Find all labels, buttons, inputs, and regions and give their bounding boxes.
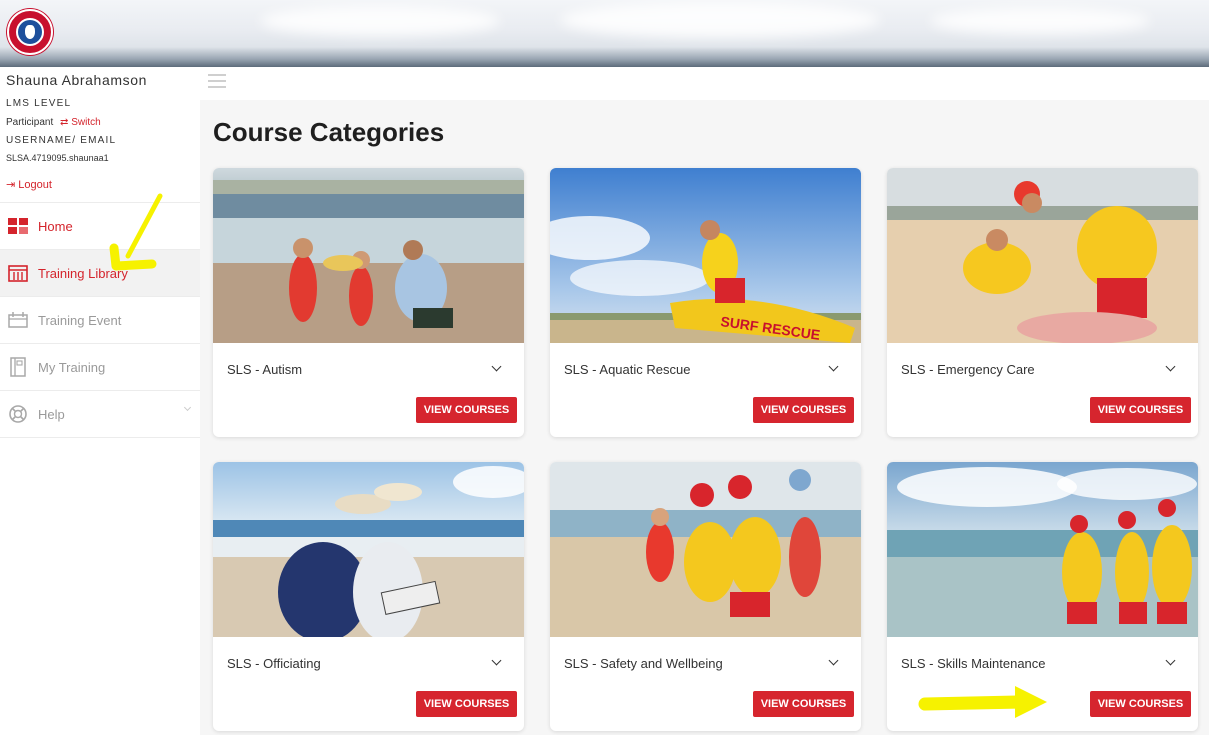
top-toolbar — [200, 67, 1209, 100]
logout-icon: ⇥ — [6, 179, 16, 191]
view-courses-button[interactable]: VIEW COURSES — [416, 397, 517, 423]
header-banner — [0, 0, 1209, 67]
help-icon — [8, 404, 28, 424]
role-line: Participant ⇄ Switch — [6, 117, 101, 128]
hamburger-menu-icon[interactable] — [208, 74, 226, 88]
chevron-down-icon[interactable] — [1165, 361, 1176, 372]
username-label: USERNAME/ EMAIL — [6, 135, 117, 146]
course-category-card: SLS - Emergency Care VIEW COURSES — [887, 168, 1198, 437]
logout-label: Logout — [18, 179, 52, 191]
card-title: SLS - Safety and Wellbeing — [564, 656, 723, 671]
page-title: Course Categories — [213, 117, 445, 147]
course-category-card: SLS - Skills Maintenance VIEW COURSES — [887, 462, 1198, 731]
sidebar-item-my-training[interactable]: My Training — [0, 344, 200, 391]
switch-label: Switch — [71, 117, 101, 128]
card-title: SLS - Skills Maintenance — [901, 656, 1046, 671]
sidebar: Shauna Abrahamson LMS LEVEL Participant … — [0, 67, 200, 735]
sidebar-item-help[interactable]: Help — [0, 391, 200, 438]
sidebar-item-home[interactable]: Home — [0, 203, 200, 250]
user-name: Shauna Abrahamson — [6, 72, 147, 88]
view-courses-button[interactable]: VIEW COURSES — [416, 691, 517, 717]
card-image-emergency-care — [887, 168, 1198, 343]
banner-cloud — [930, 8, 1150, 34]
banner-cloud — [260, 6, 500, 36]
event-icon — [8, 310, 28, 330]
chevron-down-icon[interactable] — [828, 655, 839, 666]
main-content: Course Categories SLS - Autism VIEW COUR… — [200, 67, 1209, 735]
course-category-card: SLS - Officiating VIEW COURSES — [213, 462, 524, 731]
card-image-skills-maintenance — [887, 462, 1198, 637]
library-icon — [8, 263, 28, 283]
sidebar-item-label: My Training — [38, 359, 106, 375]
sidebar-item-label: Home — [38, 218, 73, 234]
view-courses-button[interactable]: VIEW COURSES — [753, 397, 854, 423]
sidebar-item-training-library[interactable]: Training Library — [0, 250, 200, 297]
card-image-aquatic-rescue: SURF RESCUE — [550, 168, 861, 343]
username-value: SLSA.4719095.shaunaa1 — [6, 153, 109, 163]
lms-level-label: LMS LEVEL — [6, 98, 72, 109]
chevron-down-icon[interactable] — [183, 403, 192, 412]
view-courses-button[interactable]: VIEW COURSES — [1090, 397, 1191, 423]
view-courses-button[interactable]: VIEW COURSES — [1090, 691, 1191, 717]
course-category-card: SLS - Autism VIEW COURSES — [213, 168, 524, 437]
card-image-officiating — [213, 462, 524, 637]
chevron-down-icon[interactable] — [491, 361, 502, 372]
chevron-down-icon[interactable] — [491, 655, 502, 666]
card-image-autism — [213, 168, 524, 343]
card-title: SLS - Autism — [227, 362, 303, 377]
sidebar-item-training-event[interactable]: Training Event — [0, 297, 200, 344]
sidebar-menu: Home Training Library Training Event My … — [0, 202, 200, 438]
card-title: SLS - Emergency Care — [901, 362, 1035, 377]
card-title: SLS - Officiating — [227, 656, 321, 671]
sidebar-item-label: Help — [38, 406, 65, 422]
switch-icon: ⇄ — [60, 117, 69, 128]
home-icon — [8, 216, 28, 236]
surf-life-saving-logo[interactable] — [7, 9, 53, 55]
course-category-card: SLS - Safety and Wellbeing VIEW COURSES — [550, 462, 861, 731]
view-courses-button[interactable]: VIEW COURSES — [753, 691, 854, 717]
banner-cloud — [560, 2, 880, 38]
logo-emblem — [16, 18, 44, 46]
sidebar-item-label: Training Event — [38, 312, 122, 328]
sidebar-item-label: Training Library — [38, 265, 128, 281]
my-training-icon — [8, 357, 28, 377]
logout-link[interactable]: ⇥ Logout — [6, 178, 52, 191]
card-title: SLS - Aquatic Rescue — [564, 362, 691, 377]
chevron-down-icon[interactable] — [828, 361, 839, 372]
switch-link[interactable]: ⇄ Switch — [60, 117, 101, 128]
role-value: Participant — [6, 117, 54, 128]
course-category-card: SURF RESCUE SLS - Aquatic Rescue VIEW CO… — [550, 168, 861, 437]
card-image-safety-wellbeing — [550, 462, 861, 637]
chevron-down-icon[interactable] — [1165, 655, 1176, 666]
